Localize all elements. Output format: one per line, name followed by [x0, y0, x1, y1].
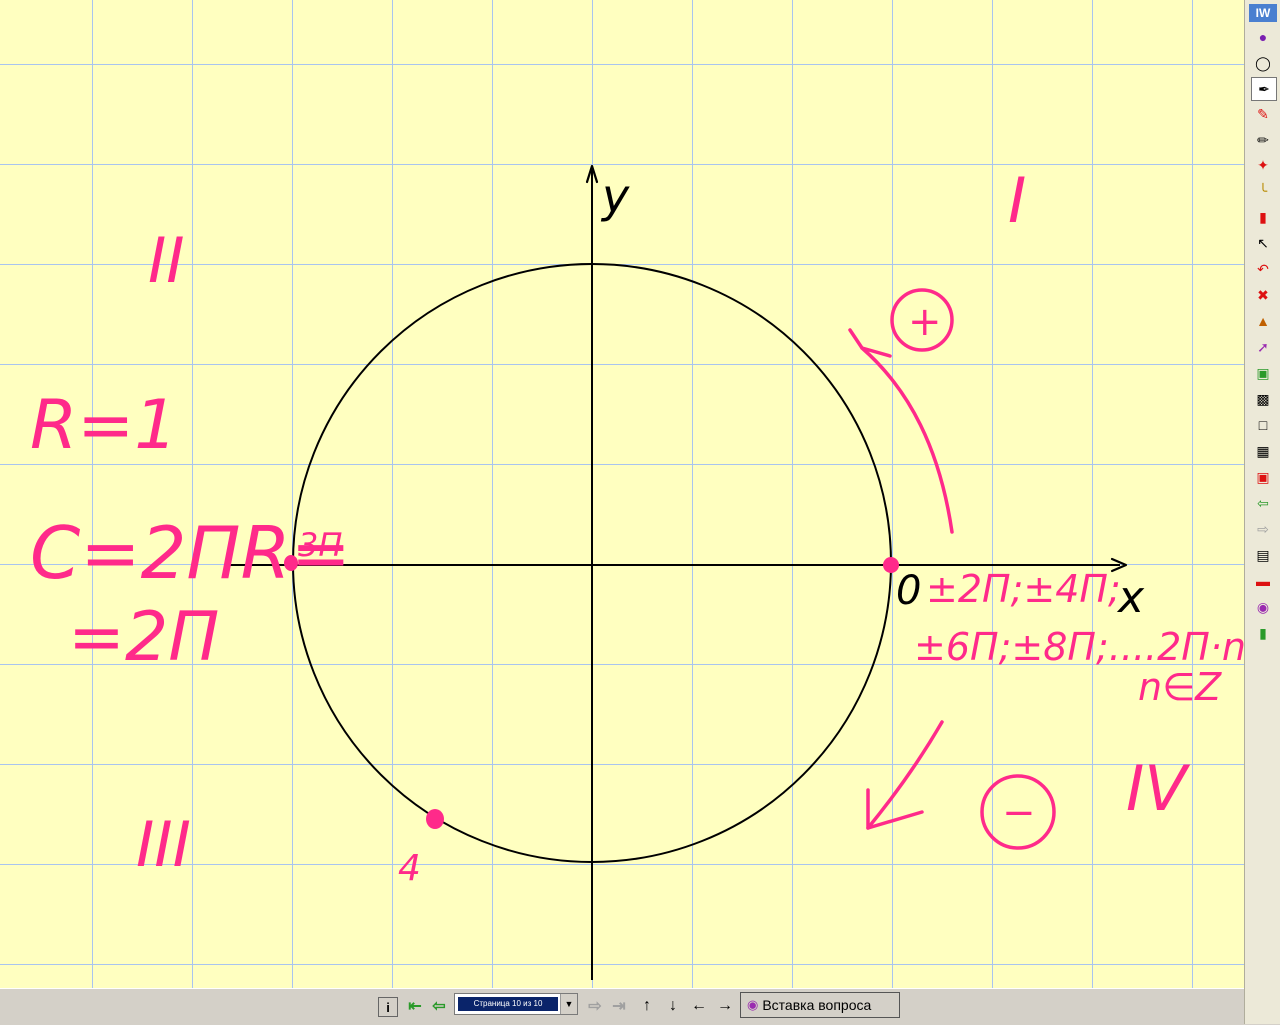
previous-page-icon[interactable]: ⇦: [428, 994, 450, 1018]
flipchart-icon[interactable]: ▤: [1251, 544, 1275, 566]
point-right-label: 0: [896, 568, 921, 614]
eraser-icon[interactable]: ▮: [1251, 206, 1275, 228]
camera-icon[interactable]: ▣: [1251, 362, 1275, 384]
help-icon[interactable]: ◉: [1251, 596, 1275, 618]
y-axis-label: y: [600, 169, 630, 223]
arrow-up-icon[interactable]: ↑: [636, 994, 658, 1018]
bottom-navigation-bar: i ⇤ ⇦ Страница 10 из 10 ▼ ⇨ ⇥ ↑ ↓ ← → ◉ …: [0, 988, 1244, 1025]
negative-sign: −: [1002, 790, 1036, 836]
insert-question-label: Вставка вопроса: [762, 997, 872, 1013]
info-icon[interactable]: i: [378, 997, 398, 1017]
grid-page-icon[interactable]: ▦: [1251, 440, 1275, 462]
arrow-down-icon[interactable]: ↓: [662, 994, 684, 1018]
page-selector[interactable]: Страница 10 из 10 ▼: [454, 993, 578, 1015]
quadrant-2-label: II: [148, 224, 185, 297]
pointer-icon[interactable]: ➚: [1251, 336, 1275, 358]
snapshot-icon[interactable]: ▩: [1251, 388, 1275, 410]
exit-icon[interactable]: ▮: [1251, 622, 1275, 644]
insert-question-button[interactable]: ◉ Вставка вопроса: [740, 992, 900, 1018]
point-bottom: [426, 809, 444, 829]
periodic-values-line2: ±6П;±8П;....2П·n,: [914, 625, 1244, 669]
highlighter-icon[interactable]: ✎: [1251, 103, 1275, 125]
prev-page-icon[interactable]: ⇦: [1251, 492, 1275, 514]
brush-icon[interactable]: ✏: [1251, 129, 1275, 151]
toolbox-icon[interactable]: ▬: [1251, 570, 1275, 592]
question-icon: ◉: [747, 997, 759, 1012]
whiteboard-canvas[interactable]: x y I II III IV R=1 C=2ПR= =2П 3П 4 0 ±2…: [0, 0, 1244, 988]
select-icon[interactable]: ↖: [1251, 232, 1275, 254]
ruler-icon[interactable]: ╰: [1251, 180, 1275, 202]
point-left-label: 3П: [298, 526, 342, 564]
chevron-down-icon[interactable]: ▼: [560, 994, 577, 1014]
periodic-values-line1: ±2П;±4П;: [926, 567, 1121, 611]
radius-formula: R=1: [30, 386, 178, 465]
app-logo[interactable]: IW: [1249, 4, 1277, 22]
periodic-values-line3: n∈Z: [1138, 665, 1222, 709]
first-page-icon[interactable]: ⇤: [404, 994, 426, 1018]
quadrant-4-label: IV: [1126, 752, 1191, 825]
negative-direction-arc: [866, 720, 944, 830]
point-bottom-label: 4: [398, 848, 421, 889]
positive-direction-arc: [860, 346, 954, 534]
side-toolbar: IW ● ◯ ✒ ✎ ✏ ✦ ╰ ▮ ↖ ↶ ✖ ▲ ➚ ▣ ▩ □ ▦ ▣ ⇦…: [1244, 0, 1280, 1024]
positive-sign: +: [908, 299, 942, 345]
circumference-value: =2П: [68, 598, 219, 677]
next-page-icon[interactable]: ⇨: [584, 994, 606, 1018]
image-page-icon[interactable]: ▣: [1251, 466, 1275, 488]
point-left: [284, 555, 298, 571]
mouse-icon[interactable]: ◯: [1251, 52, 1275, 74]
arrow-left-icon[interactable]: ←: [688, 994, 710, 1018]
positive-arrow-head: [848, 328, 892, 358]
magic-pen-icon[interactable]: ✦: [1251, 154, 1275, 176]
info-icon[interactable]: ●: [1251, 26, 1275, 48]
page-selector-value: Страница 10 из 10: [458, 997, 558, 1011]
blank-page-icon[interactable]: □: [1251, 414, 1275, 436]
arrow-right-icon[interactable]: →: [714, 994, 736, 1018]
last-page-icon[interactable]: ⇥: [608, 994, 630, 1018]
drawing-layer: x y I II III IV R=1 C=2ПR= =2П 3П 4 0 ±2…: [30, 164, 1244, 980]
stamp-icon[interactable]: ▲: [1251, 310, 1275, 332]
quadrant-1-label: I: [1008, 164, 1026, 237]
undo-icon[interactable]: ↶: [1251, 258, 1275, 280]
quadrant-3-label: III: [136, 808, 191, 881]
pen-icon[interactable]: ✒: [1251, 77, 1277, 101]
delete-icon[interactable]: ✖: [1251, 284, 1275, 306]
next-page-icon[interactable]: ⇨: [1251, 518, 1275, 540]
